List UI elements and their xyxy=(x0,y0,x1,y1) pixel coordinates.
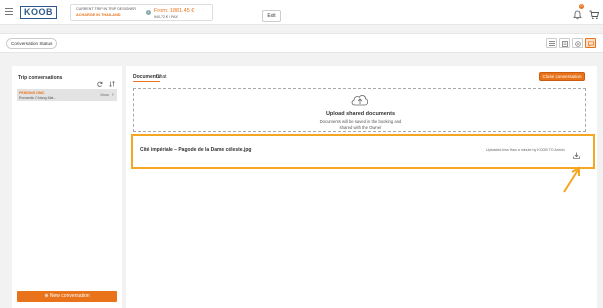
close-conversation-button[interactable]: Close conversation xyxy=(539,72,585,81)
top-bar: KOOB CURRENT TRIP IN TRIP DESIGNER ACHAR… xyxy=(0,0,603,25)
settings-view-icon[interactable] xyxy=(572,38,583,48)
list-view-icon[interactable] xyxy=(546,38,557,48)
refresh-icon[interactable] xyxy=(97,74,103,87)
chevron-right-icon: › xyxy=(112,92,114,98)
conversation-name: Romantic Chiang Mai... xyxy=(19,95,57,100)
file-name: Cité impériale – Pagode de la Dame céles… xyxy=(140,147,252,153)
notification-badge: 0 xyxy=(579,4,584,9)
info-icon[interactable]: i xyxy=(146,10,151,15)
current-trip-box: CURRENT TRIP IN TRIP DESIGNER ACHARGE IN… xyxy=(70,4,281,22)
conversation-list-item[interactable]: PENDING DMC Romantic Chiang Mai... 1hour… xyxy=(17,89,117,101)
notification-bell-icon[interactable]: 0 xyxy=(573,4,584,20)
new-conversation-button[interactable]: ⊕ New conversation xyxy=(17,291,117,302)
file-upload-meta: Uploaded less than a minute by KOOB TO A… xyxy=(486,148,565,152)
cart-icon[interactable] xyxy=(589,7,600,20)
documents-panel: Documents Chat Close conversation Upload… xyxy=(126,66,597,308)
trip-label: CURRENT TRIP IN TRIP DESIGNER xyxy=(76,7,136,11)
upload-subtitle: Documents will be saved in the booking a… xyxy=(134,119,587,131)
file-list-item: Cité impériale – Pagode de la Dame céles… xyxy=(131,134,595,169)
upload-title: Upload shared documents xyxy=(325,111,396,117)
tab-chat[interactable]: Chat xyxy=(156,74,167,80)
download-icon[interactable] xyxy=(573,146,580,164)
sub-toolbar: Conversation Status xyxy=(0,33,603,53)
document-view-icon[interactable] xyxy=(559,38,570,48)
trip-pax-price: 940,72 € / PAX xyxy=(154,15,178,19)
upload-dropzone[interactable]: Upload shared documents Documents will b… xyxy=(133,88,586,132)
conversations-sidebar: Trip conversations PENDING DMC Romantic … xyxy=(12,66,122,308)
sort-icon[interactable] xyxy=(109,74,115,87)
chat-view-icon[interactable] xyxy=(585,38,596,48)
upload-subtitle-line2: shared with the Owner xyxy=(339,125,382,130)
koob-logo[interactable]: KOOB xyxy=(20,6,57,19)
exit-button[interactable]: Exit xyxy=(262,10,281,22)
trip-destination: ACHARGE IN THAILAND xyxy=(76,13,121,17)
cloud-upload-icon xyxy=(350,93,370,112)
conversation-status-button[interactable]: Conversation Status xyxy=(6,38,58,49)
menu-icon[interactable] xyxy=(5,8,13,15)
conversation-status: PENDING DMC xyxy=(19,90,45,95)
annotation-arrow-icon xyxy=(560,166,584,199)
trip-price: From: 1881.45 € xyxy=(154,8,195,14)
conversation-time: 1hour xyxy=(100,93,110,97)
sidebar-title: Trip conversations xyxy=(18,75,63,81)
